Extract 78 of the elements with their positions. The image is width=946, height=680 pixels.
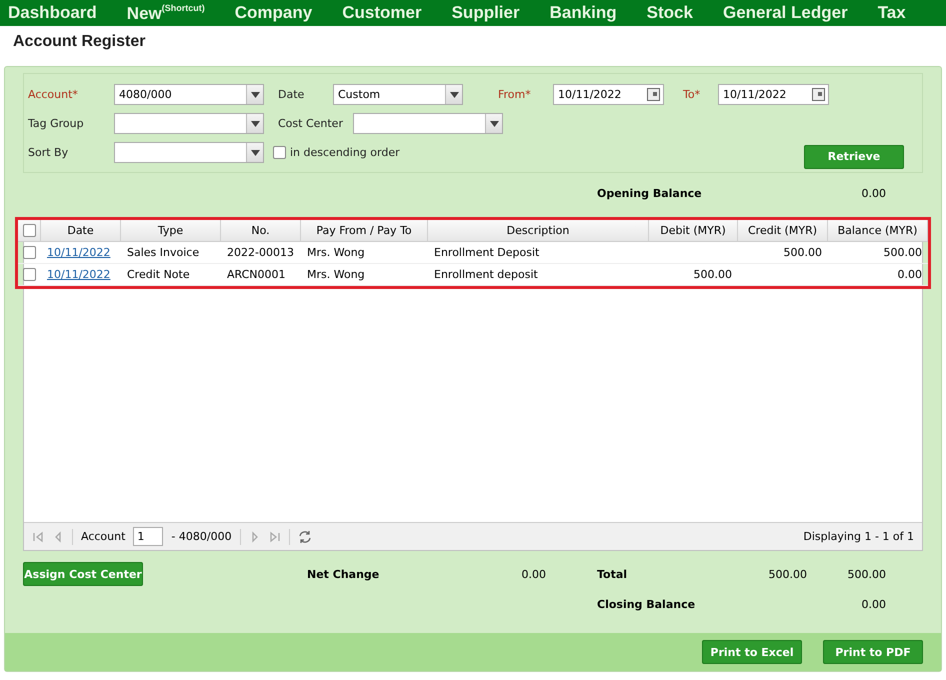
table-cell-text: Credit Note [126, 268, 191, 281]
caret-icon [490, 120, 498, 126]
sort-by-select[interactable] [114, 142, 264, 163]
summary-value: 0.00 [520, 568, 546, 580]
refresh-icon[interactable] [298, 530, 312, 544]
table-cell-text: Enrollment Deposit [433, 246, 540, 259]
menu-item[interactable]: Dashboard [8, 3, 97, 23]
menu-item[interactable]: Supplier [452, 3, 520, 23]
column-header[interactable]: No. [221, 220, 301, 241]
menu-item[interactable]: General Ledger [722, 3, 848, 23]
field-label: To* [683, 88, 700, 101]
pager-label: Account [81, 530, 126, 543]
print-button[interactable]: Print to PDF [823, 640, 923, 664]
menu-item[interactable]: Stock [646, 3, 693, 23]
caret-icon [250, 150, 260, 156]
to-date-field[interactable]: 10/11/2022 [718, 84, 829, 105]
column-header[interactable]: Debit (MYR) [649, 220, 738, 241]
menu-item[interactable]: Tax [878, 3, 906, 23]
account-select[interactable]: 4080/000 [114, 84, 264, 105]
menu-item[interactable]: Banking [550, 3, 617, 23]
summary-label: Total [597, 568, 628, 580]
field-label: Account* [28, 88, 78, 101]
date-link[interactable]: 10/11/2022 [41, 246, 121, 259]
column-header[interactable]: Type [121, 220, 221, 241]
checkbox-label: in descending order [290, 146, 400, 159]
summary-label: Net Change [307, 568, 380, 580]
first-page-icon[interactable] [32, 530, 44, 542]
column-header[interactable]: Description [428, 220, 649, 241]
retrieve-button[interactable]: Retrieve [804, 144, 904, 168]
table-cell-text: 0.00 [896, 268, 923, 281]
calendar-icon[interactable] [812, 88, 825, 101]
summary-value: 500.00 [846, 568, 886, 580]
summary-label: Opening Balance [597, 186, 703, 200]
table-cell-text: Enrollment deposit [433, 268, 539, 281]
field-label: Sort By [28, 146, 68, 159]
pager-status: Displaying 1 - 1 of 1 [803, 530, 914, 543]
summary-value: 500.00 [768, 568, 807, 580]
select-all-checkbox[interactable] [22, 224, 36, 237]
print-button[interactable]: Print to Excel [702, 640, 802, 664]
menu-item[interactable]: New$^{(Shortcut)}$ [126, 2, 205, 24]
field-label: From* [498, 88, 531, 101]
from-date-field[interactable]: 10/11/2022 [553, 84, 664, 105]
table-cell-text: Sales Invoice [126, 246, 200, 259]
page-input[interactable]: 1 [133, 527, 164, 546]
table-cell-text: Mrs. Wong [306, 268, 366, 281]
table-cell-text: 500.00 [782, 246, 823, 259]
summary-label: Closing Balance [597, 598, 696, 610]
table-cell-text: 500.00 [882, 246, 923, 259]
summary-value: 0.00 [860, 598, 886, 610]
row-checkbox[interactable] [23, 246, 36, 259]
page-title: Account Register [12, 32, 146, 52]
calendar-icon[interactable] [647, 88, 660, 101]
table-cell-text: ARCN0001 [226, 268, 287, 281]
column-header[interactable]: Pay From / Pay To [301, 220, 428, 241]
tag-group-select[interactable] [114, 113, 264, 134]
table-cell-text: 500.00 [692, 268, 733, 281]
caret-icon [250, 120, 260, 126]
field-label: Tag Group [28, 117, 84, 130]
assign-cost-center-button[interactable]: Assign Cost Center [23, 562, 143, 586]
table-cell-text: Mrs. Wong [306, 246, 366, 259]
row-checkbox[interactable] [23, 268, 36, 281]
cost-center-select[interactable] [353, 113, 503, 134]
field-label: Cost Center [278, 117, 343, 130]
menu-item[interactable]: Company [234, 3, 312, 23]
menu-item[interactable]: Customer [342, 3, 422, 23]
caret-icon [250, 92, 260, 98]
column-header[interactable]: Credit (MYR) [738, 220, 828, 241]
column-header[interactable]: Date [41, 220, 121, 241]
date-link[interactable]: 10/11/2022 [41, 268, 121, 281]
caret-icon [450, 92, 458, 98]
checkbox[interactable] [273, 146, 286, 159]
last-page-icon[interactable] [268, 530, 281, 542]
pager-total: - 4080/000 [171, 530, 232, 543]
summary-value: 0.00 [860, 186, 886, 200]
field-label: Date [278, 88, 304, 101]
table-cell-text: 2022-00013 [226, 246, 295, 259]
date-select[interactable]: Custom [333, 84, 463, 105]
column-header[interactable]: Balance (MYR) [828, 220, 928, 241]
